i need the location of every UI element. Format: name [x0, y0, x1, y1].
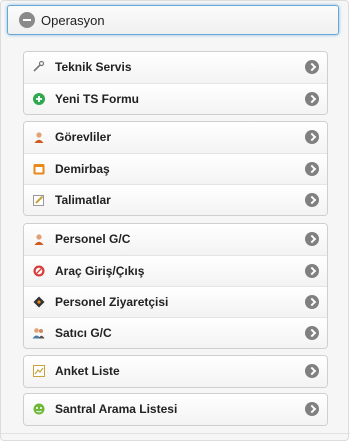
menu-group-teknik: Teknik Servis Yeni TS Formu — [23, 51, 328, 115]
menu-item-teknik-servis[interactable]: Teknik Servis — [24, 52, 327, 83]
chevron-right-icon[interactable] — [305, 162, 319, 176]
chevron-right-icon[interactable] — [305, 264, 319, 278]
menu-item-arac-giris-cikis[interactable]: Araç Giriş/Çıkış — [24, 255, 327, 286]
menu-item-label: Demirbaş — [55, 162, 110, 176]
plus-circle-icon — [32, 92, 45, 105]
panel-title: Operasyon — [41, 13, 105, 28]
menu-item-gorevliler[interactable]: Görevliler — [24, 122, 327, 153]
phone-icon — [32, 402, 45, 415]
menu-item-satici-gc[interactable]: Satıcı G/C — [24, 317, 327, 348]
menu-item-personel-ziyaretcisi[interactable]: Personel Ziyaretçisi — [24, 286, 327, 317]
menu-group-personel-bilgi: Görevliler Demirbaş Talimatlar — [23, 121, 328, 216]
no-entry-icon — [32, 264, 45, 277]
menu-item-label: Personel Ziyaretçisi — [55, 295, 169, 309]
chevron-right-icon[interactable] — [305, 193, 319, 207]
users-icon — [32, 326, 45, 339]
menu-item-label: Personel G/C — [55, 232, 131, 246]
panel-divider — [1, 433, 350, 434]
chevron-right-icon[interactable] — [305, 232, 319, 246]
chevron-right-icon[interactable] — [305, 326, 319, 340]
menu-item-label: Anket Liste — [55, 364, 120, 378]
edit-icon — [32, 193, 45, 206]
chevron-right-icon[interactable] — [305, 92, 319, 106]
menu-item-personel-gc[interactable]: Personel G/C — [24, 224, 327, 255]
wrench-icon — [32, 60, 45, 73]
diamond-icon — [32, 295, 45, 308]
menu-item-anket-liste[interactable]: Anket Liste — [24, 356, 327, 387]
menu-item-label: Yeni TS Formu — [55, 92, 140, 106]
menu-item-label: Araç Giriş/Çıkış — [55, 264, 145, 278]
menu-group-giris-cikis: Personel G/C Araç Giriş/Çıkış Personel Z… — [23, 223, 328, 349]
menu-item-label: Santral Arama Listesi — [55, 402, 178, 416]
menu-item-label: Görevliler — [55, 130, 112, 144]
user-icon — [32, 232, 45, 245]
chevron-right-icon[interactable] — [305, 402, 319, 416]
menu-item-santral-arama-listesi[interactable]: Santral Arama Listesi — [24, 394, 327, 425]
menu-group-santral: Santral Arama Listesi — [23, 393, 328, 426]
chart-icon — [32, 364, 45, 377]
menu-group-anket: Anket Liste — [23, 355, 328, 388]
calendar-icon — [32, 162, 45, 175]
user-icon — [32, 130, 45, 143]
menu-item-label: Satıcı G/C — [55, 326, 112, 340]
operasyon-header[interactable]: Operasyon — [7, 5, 339, 35]
chevron-right-icon[interactable] — [305, 60, 319, 74]
chevron-right-icon[interactable] — [305, 364, 319, 378]
menu-item-demirbas[interactable]: Demirbaş — [24, 153, 327, 184]
menu-item-label: Teknik Servis — [55, 60, 132, 74]
menu-item-label: Talimatlar — [55, 193, 111, 207]
minus-circle-icon — [19, 12, 35, 28]
operasyon-panel: Operasyon Teknik Servis Yeni TS Formu Gö… — [0, 0, 350, 441]
chevron-right-icon[interactable] — [305, 130, 319, 144]
chevron-right-icon[interactable] — [305, 295, 319, 309]
menu-item-yeni-ts-formu[interactable]: Yeni TS Formu — [24, 83, 327, 114]
menu-item-talimatlar[interactable]: Talimatlar — [24, 184, 327, 215]
